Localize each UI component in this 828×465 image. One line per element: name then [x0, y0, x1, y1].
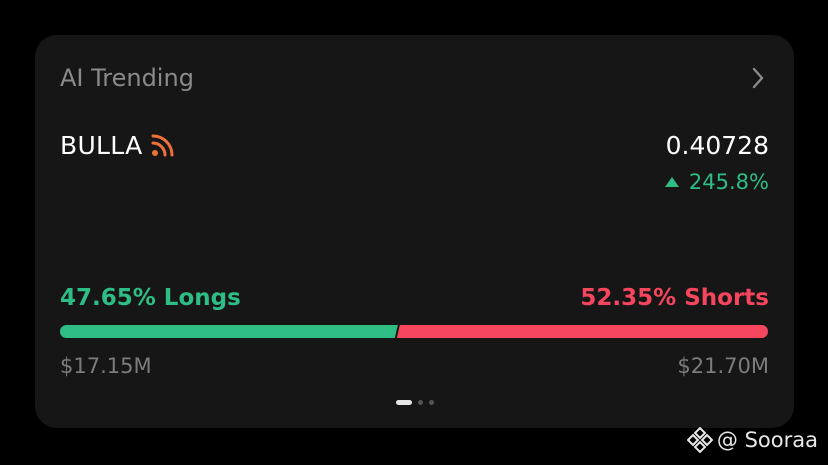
- price-change: 245.8%: [664, 168, 769, 196]
- card-title: AI Trending: [60, 64, 194, 92]
- longs-bar-segment: [60, 325, 398, 338]
- shorts-label: 52.35% Shorts: [580, 285, 769, 311]
- long-short-bar: [60, 325, 769, 338]
- rss-feed-icon: [150, 132, 176, 158]
- amount-row: $17.15M $21.70M: [60, 351, 769, 381]
- ai-trending-card[interactable]: AI Trending BULLA 0.40728 245.8% 47.65% …: [35, 35, 794, 428]
- long-short-ratio: 47.65% Longs 52.35% Shorts: [60, 281, 769, 315]
- ticker-symbol: BULLA: [60, 130, 143, 160]
- ticker-price: 0.40728: [665, 130, 769, 160]
- watermark: @ Sooraa: [686, 425, 818, 455]
- price-change-value: 245.8%: [688, 170, 769, 194]
- shorts-amount: $21.70M: [677, 354, 769, 378]
- ticker-info: BULLA: [60, 131, 176, 160]
- longs-amount: $17.15M: [60, 354, 152, 378]
- shorts-bar-segment: [396, 325, 768, 338]
- chevron-right-icon[interactable]: [747, 63, 769, 93]
- page-dot-active[interactable]: [395, 399, 412, 405]
- card-header[interactable]: AI Trending: [60, 61, 769, 95]
- page-dot[interactable]: [417, 399, 423, 405]
- watermark-text: @ Sooraa: [716, 428, 818, 452]
- longs-label: 47.65% Longs: [60, 285, 241, 311]
- page-dot[interactable]: [428, 399, 434, 405]
- up-arrow-icon: [664, 177, 679, 187]
- binance-logo-icon: [686, 427, 713, 453]
- ticker-row: BULLA 0.40728: [60, 127, 769, 163]
- page-indicator[interactable]: [35, 398, 794, 406]
